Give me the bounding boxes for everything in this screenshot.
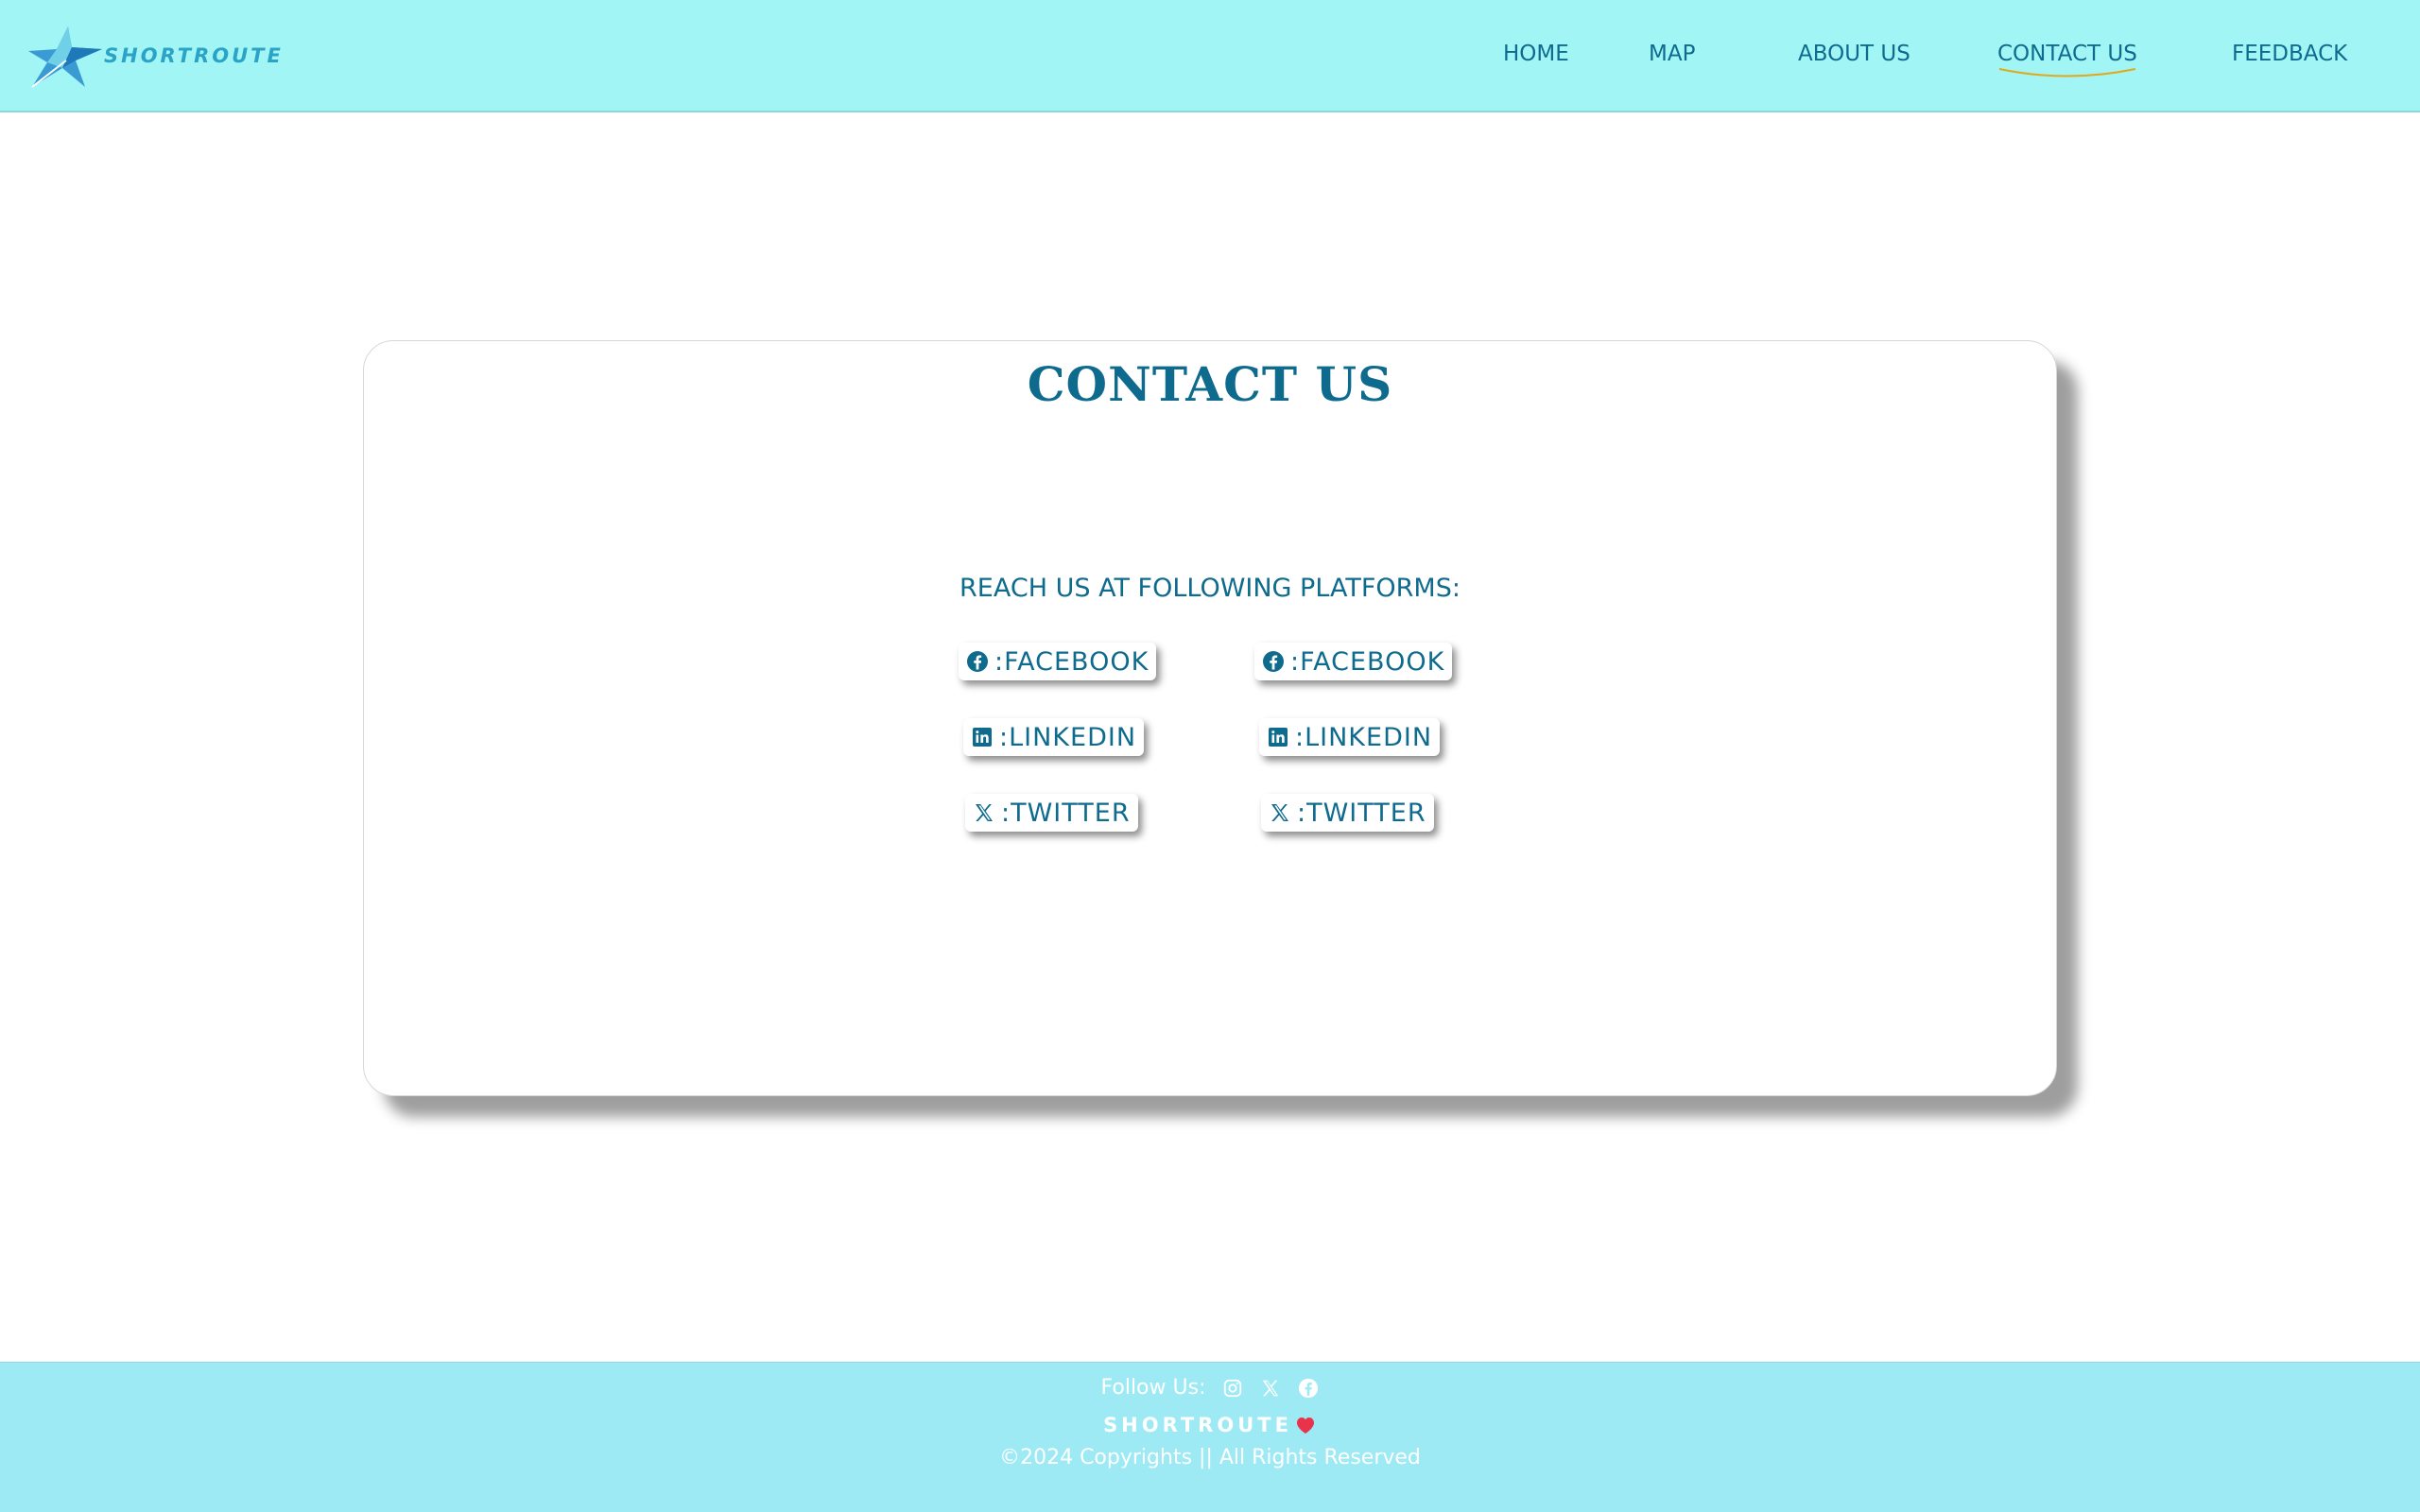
site-header: SHORTROUTE HOME MAP ABOUT US CONTACT US … xyxy=(0,0,2420,112)
page-title: CONTACT US xyxy=(1027,356,1393,412)
nav-feedback[interactable]: FEEDBACK xyxy=(2232,42,2347,66)
nav-map-label: MAP xyxy=(1649,42,1696,66)
instagram-icon[interactable] xyxy=(1222,1378,1243,1399)
nav-contact-us[interactable]: CONTACT US xyxy=(1997,42,2137,77)
facebook-link-label: :FACEBOOK xyxy=(994,646,1150,677)
facebook-icon xyxy=(966,650,989,673)
nav-home-label: HOME xyxy=(1503,42,1569,66)
x-twitter-icon xyxy=(1269,801,1291,824)
x-twitter-icon[interactable] xyxy=(1260,1378,1281,1399)
footer-brand: SHORTROUTE xyxy=(0,1414,2420,1436)
facebook-link[interactable]: :FACEBOOK xyxy=(1254,643,1453,680)
contact-card: CONTACT US REACH US AT FOLLOWING PLATFOR… xyxy=(363,340,2057,1096)
follow-us-row: Follow Us: xyxy=(0,1376,2420,1400)
linkedin-link-label: :LINKEDIN xyxy=(999,722,1137,752)
nav-about-us-label: ABOUT US xyxy=(1798,42,1910,66)
facebook-icon[interactable] xyxy=(1298,1378,1319,1399)
logo-wordmark: SHORTROUTE xyxy=(104,44,284,67)
linkedin-link[interactable]: :LINKEDIN xyxy=(963,718,1145,756)
facebook-icon xyxy=(1262,650,1285,673)
x-twitter-icon xyxy=(973,801,995,824)
nav-about-us[interactable]: ABOUT US xyxy=(1798,42,1910,66)
twitter-link-label: :TWITTER xyxy=(1001,798,1131,828)
site-footer: Follow Us: SHORTROUTE ©2024 Copyrights |… xyxy=(0,1362,2420,1512)
linkedin-link-label: :LINKEDIN xyxy=(1295,722,1433,752)
facebook-link-label: :FACEBOOK xyxy=(1290,646,1445,677)
copyright-text: ©2024 Copyrights || All Rights Reserved xyxy=(999,1446,1421,1469)
reach-us-heading: REACH US AT FOLLOWING PLATFORMS: xyxy=(959,574,1461,603)
facebook-link[interactable]: :FACEBOOK xyxy=(959,643,1157,680)
twitter-link[interactable]: :TWITTER xyxy=(965,794,1138,832)
follow-us-label: Follow Us: xyxy=(1100,1376,1206,1400)
footer-brand-name: SHORTROUTE xyxy=(1103,1414,1292,1436)
heart-icon xyxy=(1294,1415,1317,1435)
linkedin-icon xyxy=(971,726,994,748)
star-logo-icon xyxy=(28,26,102,88)
active-underline xyxy=(1998,68,2136,77)
nav-map[interactable]: MAP xyxy=(1649,42,1695,66)
linkedin-link[interactable]: :LINKEDIN xyxy=(1259,718,1441,756)
nav-contact-us-label: CONTACT US xyxy=(1997,42,2137,66)
nav-home[interactable]: HOME xyxy=(1503,42,1569,66)
nav-feedback-label: FEEDBACK xyxy=(2232,42,2348,66)
twitter-link[interactable]: :TWITTER xyxy=(1261,794,1434,832)
twitter-link-label: :TWITTER xyxy=(1297,798,1426,828)
logo[interactable]: SHORTROUTE xyxy=(28,25,281,91)
linkedin-icon xyxy=(1267,726,1289,748)
